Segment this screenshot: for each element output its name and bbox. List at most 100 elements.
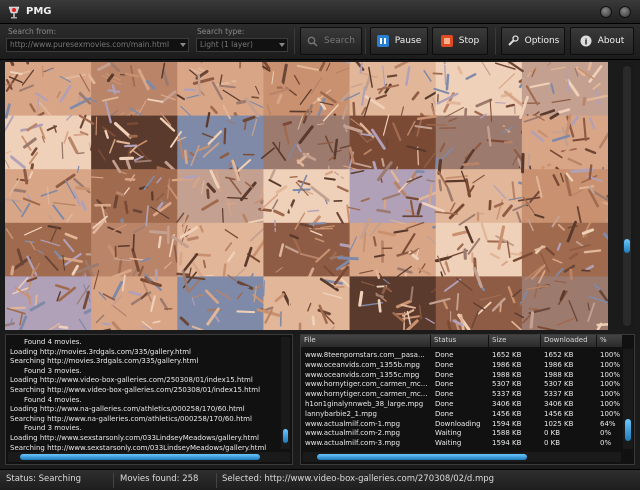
column-header-status[interactable]: Status <box>431 335 489 347</box>
status-cell: Done <box>435 380 454 389</box>
thumbnail-stroke <box>134 159 152 163</box>
about-button[interactable]: i About <box>570 27 634 55</box>
thumbnail-stroke <box>206 188 210 199</box>
minimize-button[interactable] <box>600 6 612 18</box>
thumbnail-stroke <box>75 186 91 191</box>
thumbnail-stroke <box>183 149 188 165</box>
thumbnail-stroke <box>90 138 96 152</box>
scroll-thumb[interactable] <box>624 239 630 253</box>
log-hscrollbar[interactable] <box>8 452 290 462</box>
downloads-hscrollbar[interactable] <box>303 452 621 462</box>
thumbnail-stroke <box>386 74 398 78</box>
toolbar-separator <box>294 28 295 54</box>
size-cell: 1456 KB <box>492 409 522 418</box>
thumbnail-stroke <box>178 251 183 266</box>
thumbnail-stroke <box>123 144 138 148</box>
window-title: PMG <box>26 6 52 17</box>
downloaded-cell: 0 KB <box>544 439 561 448</box>
search-button[interactable]: Search <box>300 27 362 55</box>
thumbnail-stroke <box>505 103 515 108</box>
search-from-combo[interactable]: http://www.puresexmovies.com/main.html <box>6 38 189 52</box>
scroll-thumb[interactable] <box>625 419 631 441</box>
stop-button-label: Stop <box>458 36 480 46</box>
close-button[interactable] <box>619 6 631 18</box>
size-cell: 1986 KB <box>492 360 522 369</box>
thumbnail-stroke <box>251 96 260 99</box>
options-button[interactable]: Options <box>501 27 565 55</box>
preview-mosaic <box>5 62 608 330</box>
thumbnail-stroke <box>188 155 210 159</box>
preview-thumbnails[interactable] <box>5 62 608 330</box>
thumbnail-stroke <box>12 188 27 193</box>
search-type-value: Light (1 layer) <box>200 40 253 49</box>
downloaded-cell: 1652 KB <box>544 351 574 359</box>
search-type-label: Search type: <box>197 27 245 36</box>
search-icon <box>307 36 318 47</box>
preview-scrollbar[interactable] <box>620 62 634 330</box>
thumbnail-tile <box>349 222 437 278</box>
svg-text:i: i <box>584 37 587 46</box>
column-header-percent[interactable]: % <box>597 335 623 347</box>
title-bar[interactable]: PMG <box>0 0 640 24</box>
thumbnail-tile <box>263 62 351 117</box>
percent-cell: 100% <box>600 351 621 359</box>
downloaded-cell: 1986 KB <box>544 360 574 369</box>
thumbnail-stroke <box>126 122 139 126</box>
column-header-downloaded[interactable]: Downloaded <box>541 335 597 347</box>
downloaded-cell: 1025 KB <box>544 419 574 428</box>
thumbnail-stroke <box>225 202 237 205</box>
percent-cell: 0% <box>600 439 612 448</box>
size-cell: 1594 KB <box>492 419 522 428</box>
thumbnail-stroke <box>311 315 316 326</box>
percent-cell: 100% <box>600 360 621 369</box>
percent-cell: 100% <box>600 409 621 418</box>
thumbnail-stroke <box>443 62 447 65</box>
scroll-thumb[interactable] <box>317 454 527 460</box>
selected-file-url: Selected: http://www.video-box-galleries… <box>222 474 495 484</box>
thumbnail-stroke <box>569 268 573 281</box>
thumbnail-stroke <box>352 101 356 119</box>
downloads-vscrollbar[interactable] <box>623 349 633 449</box>
pause-button-label: Pause <box>394 36 422 46</box>
file-cell: www.oceanvids.com_1355c.mpg <box>305 370 420 379</box>
downloaded-cell: 3406 KB <box>544 400 574 408</box>
size-cell: 5337 KB <box>492 390 522 399</box>
file-cell: h1on1ginalynnweb_38_large.mpg <box>305 400 424 408</box>
thumbnail-stroke <box>23 168 29 185</box>
pause-button[interactable]: Pause <box>370 27 428 55</box>
thumbnail-stroke <box>521 152 525 174</box>
status-cell: Downloading <box>435 419 481 428</box>
file-cell: www.oceanvids.com_1355b.mpg <box>305 360 420 369</box>
stop-button[interactable]: Stop <box>432 27 488 55</box>
log-line: Searching http://www.video-box-galleries… <box>10 386 261 394</box>
downloaded-cell: 5307 KB <box>544 380 574 389</box>
file-cell: www.8teenpornstars.com__pasa... <box>305 351 425 359</box>
toolbar: Search from: http://www.puresexmovies.co… <box>0 24 640 60</box>
thumbnail-stroke <box>239 62 242 69</box>
thumbnail-stroke <box>132 233 135 252</box>
status-separator <box>216 473 217 488</box>
thumbnail-stroke <box>456 293 460 311</box>
scroll-thumb[interactable] <box>283 429 288 443</box>
thumbnail-stroke <box>465 65 482 69</box>
log-vscrollbar[interactable] <box>281 337 290 449</box>
thumbnail-stroke <box>73 133 84 137</box>
thumbnail-stroke <box>263 280 265 297</box>
log-line: Found 3 movies. <box>24 366 82 375</box>
info-icon: i <box>580 35 592 47</box>
downloads-table[interactable]: File Status Size Downloaded % www.8teenp… <box>300 334 635 465</box>
search-type-combo[interactable]: Light (1 layer) <box>196 38 288 52</box>
thumbnail-stroke <box>289 176 298 178</box>
size-cell: 3406 KB <box>492 400 522 408</box>
log-line: Found 4 movies. <box>24 338 82 346</box>
log-panel[interactable]: Found 4 movies. Loading http://movies.3rd… <box>5 334 293 465</box>
size-cell: 1588 KB <box>492 429 522 438</box>
column-header-size[interactable]: Size <box>489 335 541 347</box>
downloaded-cell: 5337 KB <box>544 390 574 399</box>
column-header-file[interactable]: File <box>301 335 431 347</box>
thumbnail-stroke <box>113 194 119 209</box>
thumbnail-stroke <box>183 174 199 180</box>
thumbnail-stroke <box>445 73 450 91</box>
scroll-thumb[interactable] <box>20 454 260 460</box>
status-cell: Done <box>435 390 454 399</box>
